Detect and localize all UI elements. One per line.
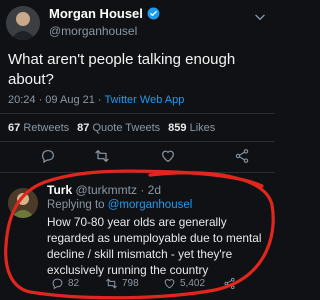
likes-stat[interactable]: 859 Likes [168, 122, 215, 134]
quote-count: 87 [77, 122, 90, 134]
reply-like-count: 5,402 [180, 278, 206, 289]
like-icon[interactable] [160, 148, 176, 164]
tweet-source-app[interactable]: Twitter Web App [104, 94, 184, 106]
divider [0, 113, 275, 114]
divider [0, 141, 275, 142]
replying-to-line: Replying to @morganhousel [47, 199, 192, 211]
tweet-timestamp[interactable]: 20:24 · 09 Aug 21 · [8, 94, 104, 106]
replying-prefix: Replying to [47, 199, 108, 211]
verified-badge-icon [147, 7, 160, 20]
tweet-actions [0, 148, 275, 170]
like-icon [164, 279, 175, 289]
reply-icon[interactable] [40, 148, 56, 164]
retweets-stat[interactable]: 67 Retweets [8, 122, 69, 134]
avatar-image [8, 188, 38, 218]
reply-text: How 70-80 year olds are generally regard… [47, 215, 262, 277]
reply-like-button[interactable]: 5,402 [163, 277, 205, 290]
divider [0, 172, 275, 173]
tweet-text: What aren't people talking enough about? [8, 51, 236, 88]
reply-reply-button[interactable]: 82 [51, 277, 79, 290]
quote-label: Quote Tweets [92, 122, 161, 134]
retweet-icon[interactable] [94, 148, 110, 164]
share-icon [224, 277, 235, 290]
author-avatar[interactable] [6, 6, 40, 40]
reply-actions: 82 798 5,402 [47, 277, 275, 293]
avatar-image [6, 6, 40, 40]
quote-tweets-stat[interactable]: 87 Quote Tweets [77, 122, 160, 134]
reply-icon [52, 278, 63, 290]
reply-author-avatar[interactable] [8, 188, 38, 218]
tweet-meta: 20:24 · 09 Aug 21 · Twitter Web App [8, 94, 184, 106]
reply-author-row: Turk @turkmmtz · 2d [47, 183, 161, 197]
replying-to-mention[interactable]: @morganhousel [108, 199, 193, 211]
reply-share-button[interactable] [223, 277, 236, 290]
author-name-row: Morgan Housel [49, 6, 160, 21]
author-name[interactable]: Morgan Housel [49, 6, 143, 21]
reply-retweet-button[interactable]: 798 [105, 277, 139, 290]
author-handle[interactable]: @morganhousel [49, 24, 137, 38]
retweets-label: Retweets [23, 122, 70, 134]
reply-retweet-count: 798 [122, 278, 139, 289]
reply-author-handle[interactable]: @turkmmtz · 2d [75, 183, 161, 197]
reply-reply-count: 82 [68, 278, 80, 289]
reply-author-name[interactable]: Turk [47, 183, 72, 197]
likes-label: Likes [189, 122, 216, 134]
engagement-stats: 67 Retweets 87 Quote Tweets 859 Likes [8, 122, 215, 134]
more-options-icon[interactable] [253, 10, 267, 24]
likes-count: 859 [168, 122, 187, 134]
retweet-icon [106, 278, 117, 289]
share-icon[interactable] [234, 148, 250, 164]
retweets-count: 67 [8, 122, 21, 134]
